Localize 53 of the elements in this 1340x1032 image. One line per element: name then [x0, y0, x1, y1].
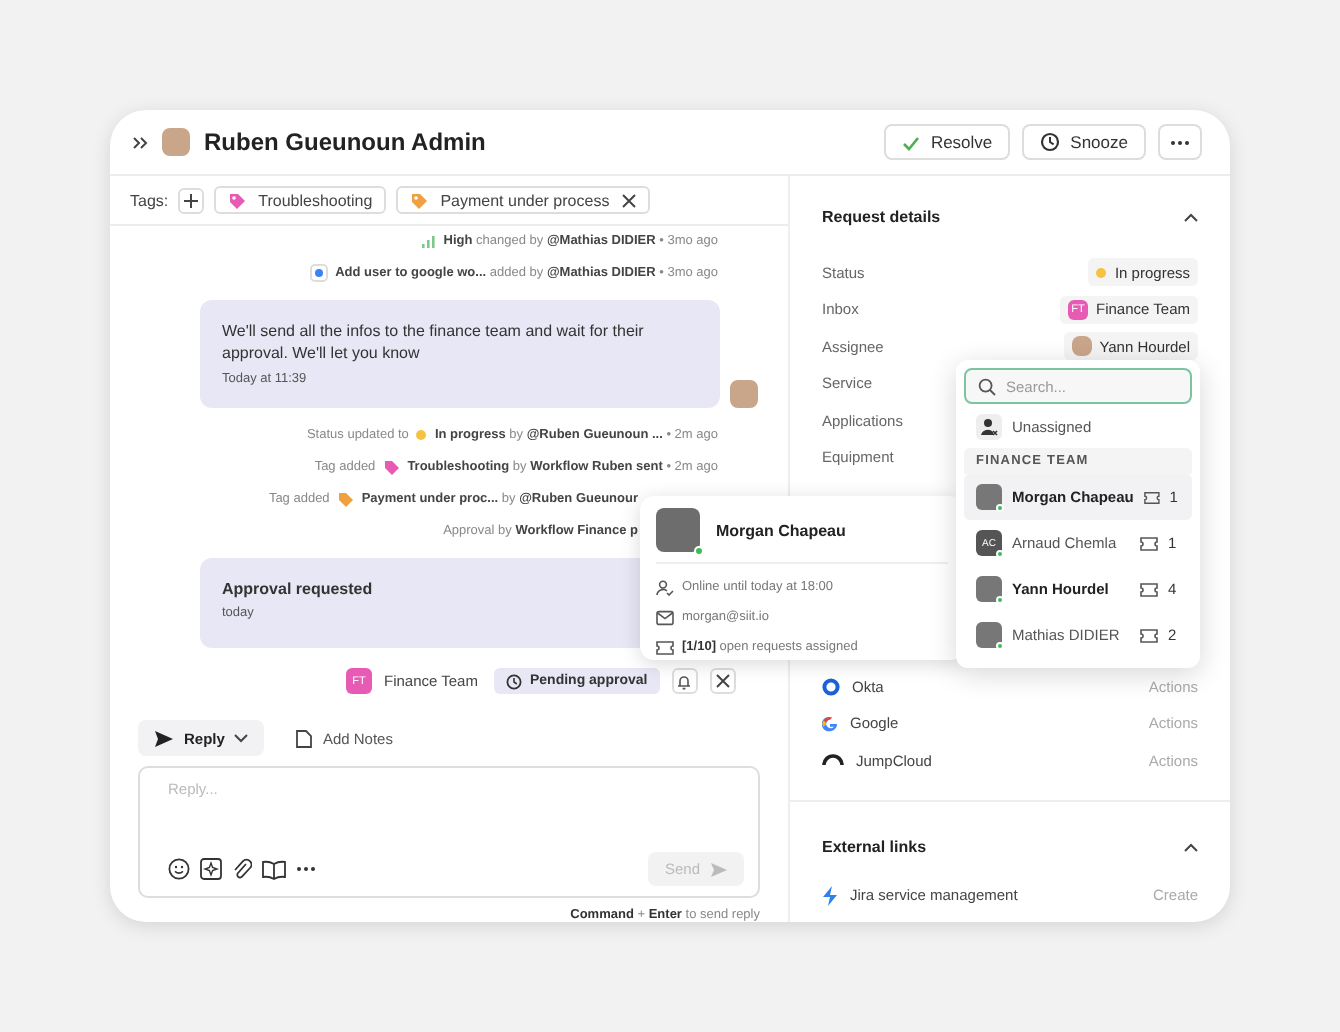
- add-tag-button[interactable]: [178, 187, 205, 213]
- send-icon: [710, 861, 728, 877]
- approval-title: Approval requested: [222, 580, 373, 598]
- caret-icon: [234, 733, 249, 743]
- more-button[interactable]: [1158, 124, 1202, 160]
- tags-label: Tags:: [130, 191, 169, 209]
- profile-name: Morgan Chapeau: [716, 521, 846, 539]
- cloud-arc-icon: [822, 754, 844, 767]
- close-button[interactable]: [709, 668, 736, 694]
- tag-chip[interactable]: Payment under process: [396, 186, 650, 214]
- sparkle-icon[interactable]: [200, 858, 222, 880]
- window-title: Ruben Gueunoun Admin: [204, 128, 486, 156]
- mail-icon: [656, 609, 674, 625]
- app-icon: [309, 264, 328, 282]
- lightning-icon: [822, 885, 838, 906]
- ticket-icon: [656, 639, 674, 655]
- chevron-up-icon[interactable]: [1184, 211, 1198, 221]
- send-icon: [154, 729, 174, 747]
- note-icon: [296, 729, 313, 747]
- g-logo-icon: [822, 715, 838, 732]
- snooze-button[interactable]: Snooze: [1022, 124, 1146, 160]
- tag-chip[interactable]: Troubleshooting: [214, 186, 387, 214]
- bell-button[interactable]: [671, 668, 698, 694]
- sidebar-toggle-icon[interactable]: [132, 135, 148, 149]
- avatar-photo: [162, 128, 190, 156]
- plus-icon: [184, 193, 199, 207]
- ticket-icon: [1140, 581, 1158, 597]
- book-icon[interactable]: [262, 859, 286, 879]
- search-icon: [978, 377, 996, 395]
- ticket-icon: [1143, 489, 1160, 505]
- clock-icon: [1040, 132, 1061, 152]
- avatar-photo: [1071, 336, 1092, 357]
- person-remove-icon: [980, 417, 998, 435]
- ticket-icon: [1140, 627, 1158, 643]
- paperclip-icon[interactable]: [232, 858, 252, 880]
- section-title: Request details: [822, 207, 941, 225]
- close-icon[interactable]: [621, 193, 636, 207]
- section-title: External links: [822, 838, 927, 856]
- avatar-photo: [730, 380, 758, 408]
- message-text: We'll send all the infos to the finance team and wait for their approval. We'll let you know: [222, 320, 646, 364]
- more-icon: [1170, 139, 1190, 145]
- resolve-button[interactable]: Resolve: [884, 124, 1011, 160]
- ring-icon: [822, 677, 840, 696]
- person-check-icon: [656, 579, 674, 595]
- check-icon: [902, 133, 921, 151]
- close-icon: [715, 674, 730, 688]
- clock-icon: [505, 673, 522, 689]
- priority-bars-icon: [421, 235, 436, 247]
- chevron-up-icon[interactable]: [1184, 842, 1198, 852]
- ticket-icon: [1140, 535, 1158, 551]
- more-icon[interactable]: [296, 866, 316, 872]
- emoji-icon[interactable]: [168, 858, 190, 880]
- bell-icon: [676, 673, 693, 689]
